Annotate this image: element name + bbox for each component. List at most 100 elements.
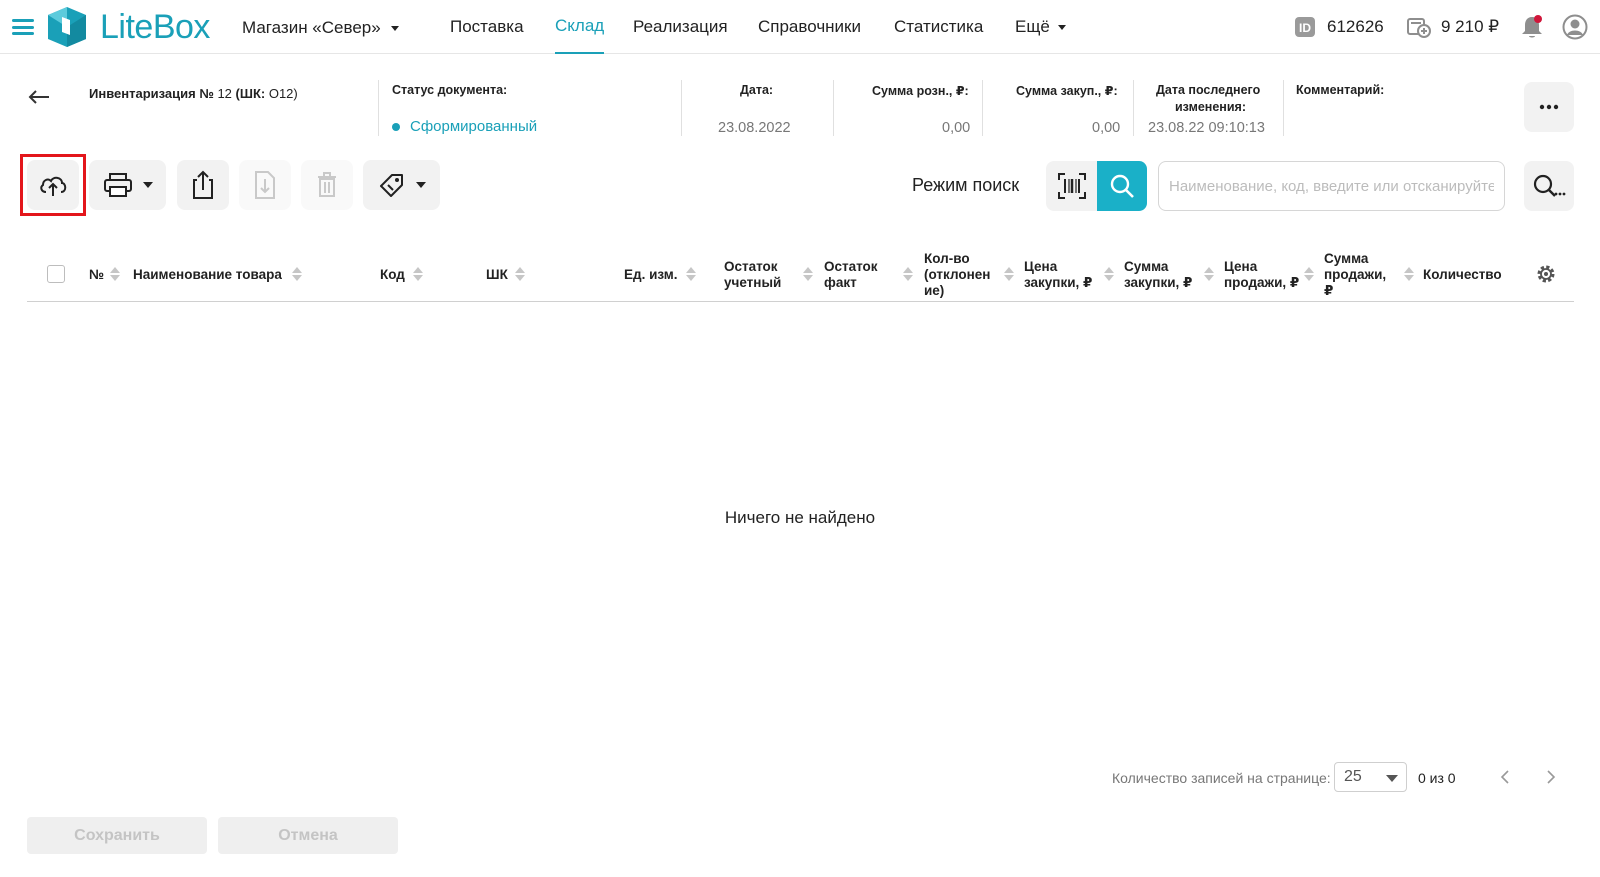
column-code[interactable]: Код	[380, 267, 405, 283]
column-number[interactable]: №	[89, 267, 104, 283]
bell-icon	[1522, 15, 1542, 38]
more-actions-button[interactable]	[1524, 82, 1574, 132]
chevron-down-icon	[142, 182, 153, 188]
export-button[interactable]	[177, 160, 229, 210]
last-change-value: 23.08.22 09:10:13	[1148, 120, 1265, 136]
prev-page-button[interactable]	[1499, 768, 1511, 789]
divider	[378, 80, 379, 136]
chevron-down-icon	[390, 26, 399, 32]
date-value: 23.08.2022	[718, 120, 791, 136]
retail-sum-value: 0,00	[942, 120, 971, 136]
store-name: Магазин «Север»	[242, 18, 381, 37]
page-size-value: 25	[1344, 768, 1362, 785]
column-accounting-stock[interactable]: Остаток учетный	[724, 259, 781, 291]
printer-icon	[103, 173, 132, 197]
sort-icon[interactable]	[686, 267, 696, 281]
column-unit[interactable]: Ед. изм.	[624, 267, 678, 283]
document-barcode: О12)	[268, 86, 298, 101]
divider	[1283, 80, 1284, 136]
column-deviation-line-3: ие)	[924, 283, 945, 298]
balance[interactable]: 9 210 ₽	[1407, 0, 1499, 54]
sort-icon[interactable]	[803, 267, 813, 281]
delete-button[interactable]	[301, 160, 353, 210]
divider	[681, 80, 682, 136]
column-actual-stock[interactable]: Остаток факт	[824, 259, 878, 291]
sort-icon[interactable]	[110, 267, 120, 281]
comment-label: Комментарий:	[1296, 83, 1385, 97]
product-search-input[interactable]	[1158, 161, 1505, 211]
column-purchase-price-line-1: Цена	[1024, 259, 1058, 274]
column-sale-price[interactable]: Цена продажи, ₽	[1224, 259, 1299, 291]
sort-icon[interactable]	[292, 267, 302, 281]
menu-icon[interactable]	[12, 19, 34, 35]
sort-icon[interactable]	[1404, 267, 1414, 281]
column-actual-stock-line-1: Остаток	[824, 259, 878, 274]
chevron-down-icon	[1057, 24, 1066, 30]
nav-item-statistics[interactable]: Статистика	[894, 0, 983, 54]
column-barcode[interactable]: ШК	[486, 267, 508, 283]
sort-icon[interactable]	[1204, 267, 1214, 281]
import-button[interactable]	[239, 160, 291, 210]
litebox-logo-icon	[48, 7, 86, 47]
logo-text: LiteBox	[100, 7, 210, 46]
sort-icon[interactable]	[1004, 267, 1014, 281]
advanced-search-icon	[1533, 174, 1566, 197]
svg-text:ID: ID	[1299, 21, 1311, 35]
chevron-left-icon	[1500, 770, 1509, 784]
last-change-label-line-1: Дата последнего	[1156, 83, 1261, 97]
status-dot-icon	[392, 122, 400, 131]
column-sale-price-line-2: продажи, ₽	[1224, 275, 1300, 290]
column-sale-sum-line-1: Сумма	[1324, 251, 1369, 266]
sort-icon[interactable]	[1304, 267, 1314, 281]
column-purchase-price[interactable]: Цена закупки, ₽	[1024, 259, 1092, 291]
column-purchase-sum-line-1: Сумма	[1124, 259, 1169, 274]
print-button[interactable]	[89, 160, 166, 210]
balance-value: 9 210 ₽	[1441, 17, 1500, 36]
column-deviation-line-1: Кол-во	[924, 251, 970, 266]
document-barcode-label: (ШК:	[235, 86, 266, 101]
nav-item-sales[interactable]: Реализация	[633, 0, 728, 54]
nav-item-supply[interactable]: Поставка	[450, 0, 524, 54]
document-number: 12	[217, 86, 232, 101]
notifications-button[interactable]	[1520, 0, 1544, 54]
sort-icon[interactable]	[515, 267, 525, 281]
profile-button[interactable]	[1562, 0, 1588, 54]
top-navigation-bar: LiteBox Магазин «Север» Поставка Склад Р…	[0, 0, 1600, 54]
store-selector[interactable]: Магазин «Север»	[242, 18, 399, 38]
nav-item-directories[interactable]: Справочники	[758, 0, 861, 54]
price-tag-button[interactable]	[363, 160, 440, 210]
table-settings-gear-icon[interactable]	[1536, 264, 1556, 289]
sort-icon[interactable]	[903, 267, 913, 281]
column-accounting-stock-line-1: Остаток	[724, 259, 778, 274]
nav-item-more[interactable]: Ещё	[1015, 0, 1066, 54]
column-product-name[interactable]: Наименование товара	[133, 267, 282, 283]
chevron-down-icon	[415, 182, 426, 188]
barcode-scan-mode-button[interactable]	[1046, 161, 1098, 211]
sort-icon[interactable]	[413, 267, 423, 281]
column-purchase-price-line-2: закупки, ₽	[1024, 275, 1093, 290]
next-page-button[interactable]	[1545, 768, 1557, 789]
divider	[1133, 80, 1134, 136]
tag-icon	[379, 174, 403, 197]
nav-item-warehouse[interactable]: Склад	[555, 0, 605, 54]
highlight-frame	[20, 154, 86, 216]
text-search-mode-button[interactable]	[1097, 161, 1147, 211]
page-size-select[interactable]: 25	[1334, 762, 1407, 792]
litebox-logo[interactable]: LiteBox	[44, 4, 210, 50]
user-avatar-icon	[1562, 14, 1588, 40]
cancel-button[interactable]: Отмена	[218, 817, 398, 854]
select-all-checkbox[interactable]	[47, 265, 65, 283]
advanced-search-button[interactable]	[1524, 161, 1574, 211]
nav-item-more-label: Ещё	[1015, 17, 1050, 36]
back-arrow-icon[interactable]	[28, 84, 50, 110]
divider	[982, 80, 983, 136]
save-button[interactable]: Сохранить	[27, 817, 207, 854]
last-change-label-line-2: изменения:	[1175, 100, 1246, 114]
search-icon	[1110, 174, 1134, 198]
column-purchase-sum[interactable]: Сумма закупки, ₽	[1124, 259, 1192, 291]
column-quantity[interactable]: Количество	[1423, 267, 1502, 283]
document-title: Инвентаризация № 12 (ШК: О12)	[89, 86, 298, 101]
column-deviation[interactable]: Кол-во (отклонен ие)	[924, 251, 990, 299]
column-sale-sum[interactable]: Сумма продажи, ₽	[1324, 251, 1386, 299]
sort-icon[interactable]	[1104, 267, 1114, 281]
